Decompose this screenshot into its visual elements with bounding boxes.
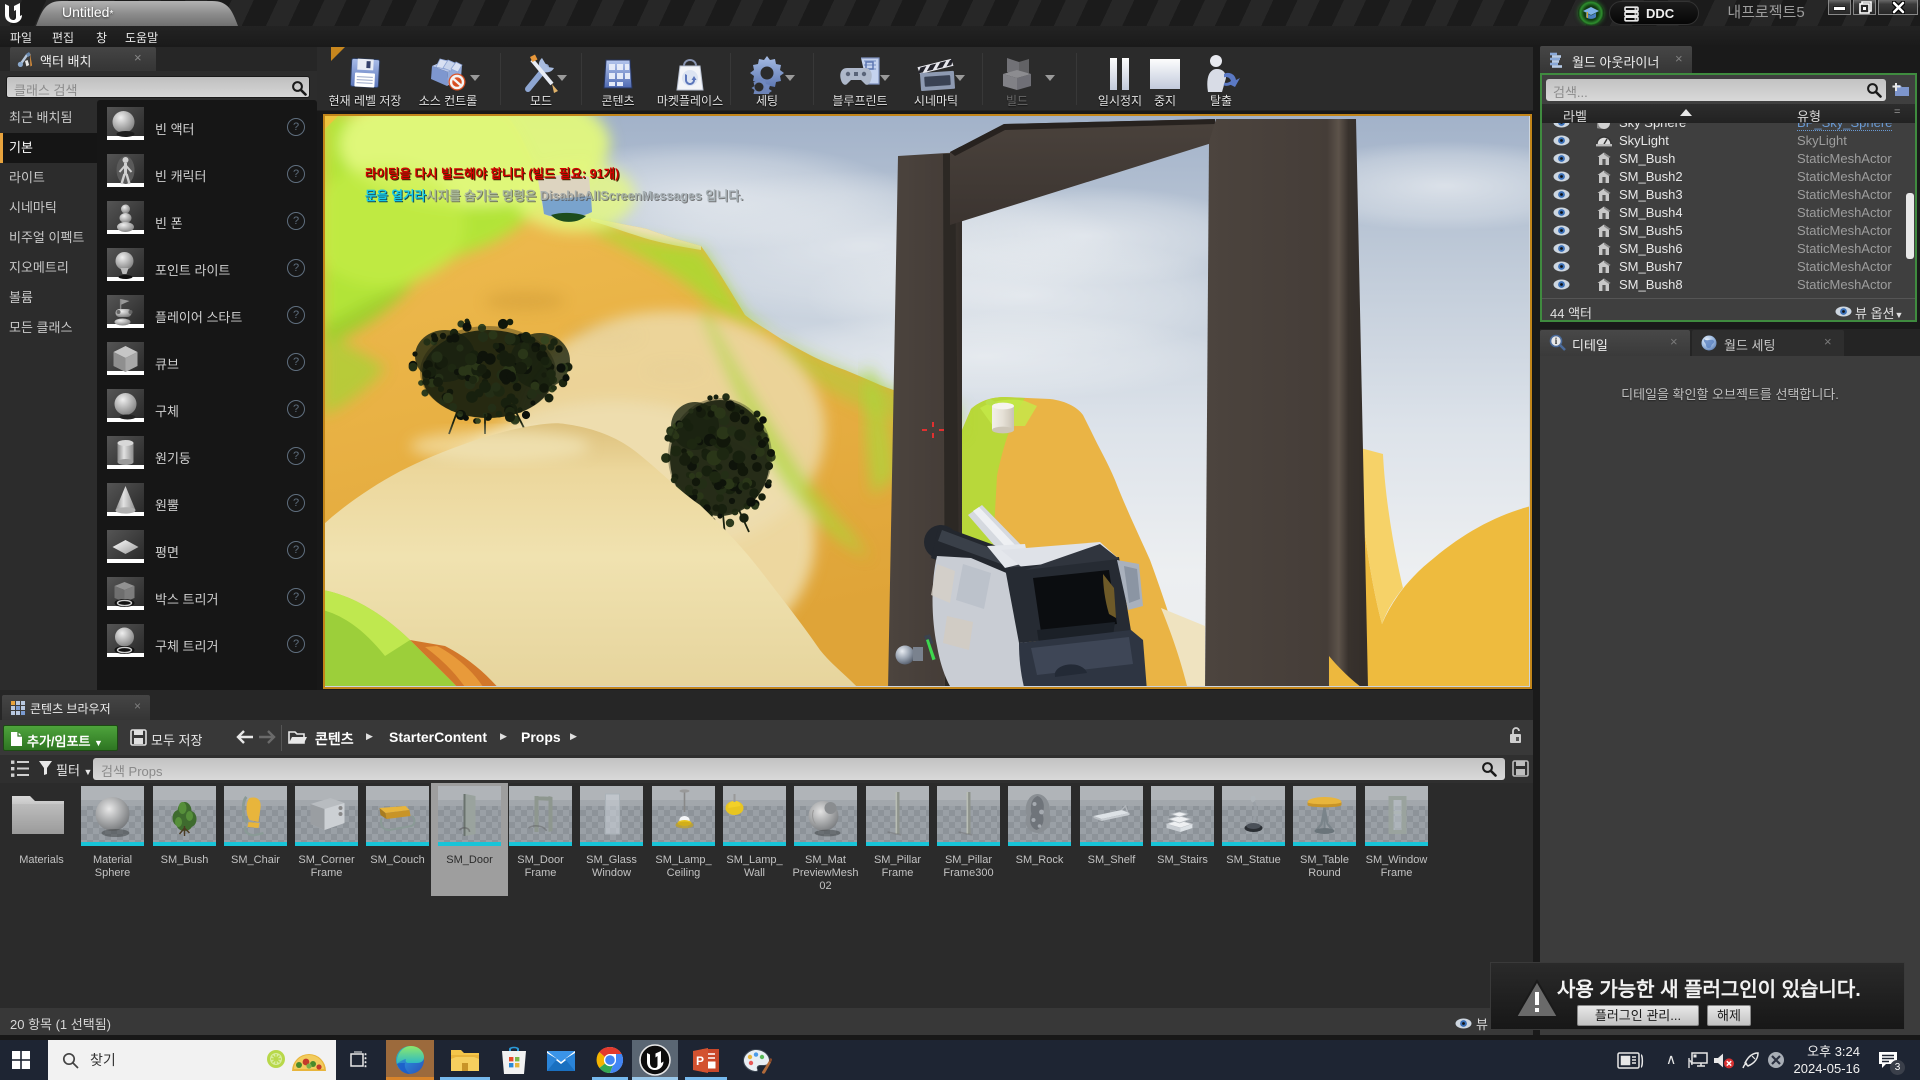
svg-text:P: P: [696, 1054, 704, 1068]
